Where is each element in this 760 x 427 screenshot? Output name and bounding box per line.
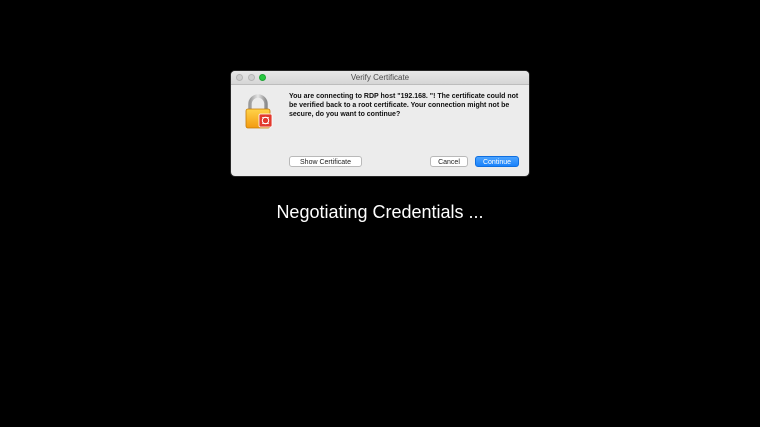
show-certificate-button[interactable]: Show Certificate [289, 156, 362, 167]
dialog-titlebar[interactable]: Verify Certificate [231, 71, 529, 85]
certificate-warning-message: You are connecting to RDP host "192.168.… [289, 93, 519, 118]
verify-certificate-dialog: Verify Certificate You are connecting to… [231, 71, 529, 176]
lock-certificate-icon [245, 94, 273, 129]
connection-status-text: Negotiating Credentials ... [276, 202, 484, 222]
cancel-button[interactable]: Cancel [430, 156, 468, 167]
continue-button[interactable]: Continue [475, 156, 519, 167]
dialog-title: Verify Certificate [350, 73, 410, 82]
